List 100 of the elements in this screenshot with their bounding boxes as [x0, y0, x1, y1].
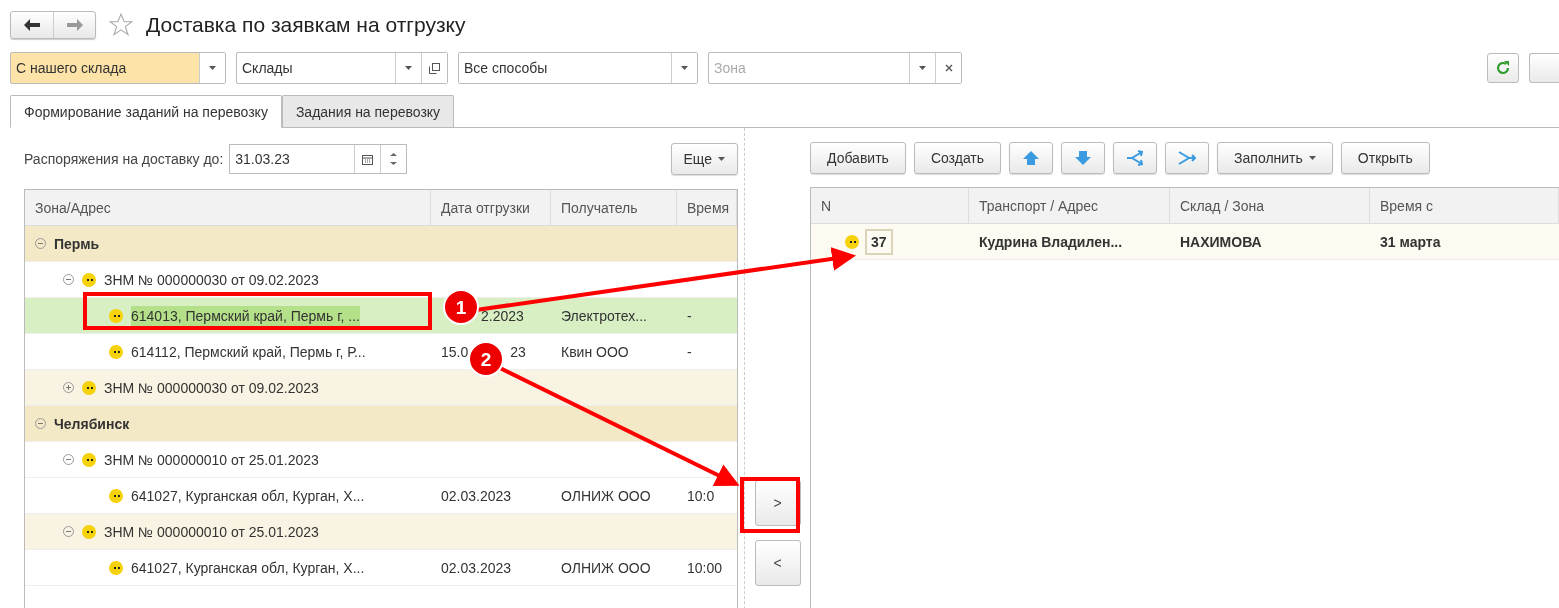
group-row[interactable]: Пермь: [25, 226, 737, 262]
date-text: 15.0: [441, 343, 469, 360]
task-number: 37: [865, 228, 893, 255]
refresh-icon: [1495, 60, 1511, 76]
taxi-icon: [109, 560, 123, 575]
address-text: 614013, Пермский край, Пермь г, ...: [131, 305, 360, 326]
toolbar-button[interactable]: Открыть: [1340, 142, 1430, 174]
order-title: ЗНМ № 000000010 от 25.01.2023: [104, 522, 319, 542]
order-row[interactable]: ЗНМ № 000000010 от 25.01.2023: [25, 514, 737, 550]
dropdown-button[interactable]: [199, 53, 225, 83]
collapse-icon[interactable]: [35, 418, 46, 429]
taxi-icon: [845, 234, 859, 249]
column-header[interactable]: Получатель: [551, 190, 677, 225]
caret-icon: [209, 66, 216, 70]
caret-icon: [1308, 156, 1316, 160]
filter-field[interactable]: С нашего склада: [10, 52, 226, 84]
group-row[interactable]: Челябинск: [25, 406, 737, 442]
collapse-icon[interactable]: [63, 274, 74, 285]
caret-icon: [919, 66, 926, 70]
taxi-icon: [82, 380, 96, 395]
down-button[interactable]: [1061, 142, 1106, 174]
spin-icon[interactable]: [390, 151, 398, 167]
toolbar-button[interactable]: Создать: [913, 142, 1002, 174]
task-row[interactable]: 37 Кудрина Владилен... НАХИМОВА 31 марта: [811, 224, 1559, 260]
forward-arrow-icon: [66, 19, 83, 31]
zone-name: Пермь: [54, 234, 100, 254]
star-icon[interactable]: [108, 12, 134, 38]
recipient-cell-text: ОЛНИЖ ООО: [560, 559, 652, 576]
down-arrow-icon: [1074, 150, 1093, 166]
fill-menu-button[interactable]: Заполнить: [1217, 142, 1333, 174]
time-cell-text: -: [686, 307, 693, 324]
order-row[interactable]: ЗНМ № 000000030 от 09.02.2023: [25, 370, 737, 406]
column-header[interactable]: Транспорт / Адрес: [969, 188, 1170, 223]
time-cell-text: 10:0: [686, 487, 716, 504]
expand-icon[interactable]: [63, 382, 74, 393]
calendar-icon[interactable]: [362, 153, 374, 165]
collapse-icon[interactable]: [35, 238, 46, 249]
up-button[interactable]: [1009, 142, 1054, 174]
taxi-icon: [82, 452, 96, 467]
merge-button[interactable]: [1165, 142, 1210, 174]
open-button[interactable]: [421, 53, 447, 83]
toolbar-button[interactable]: [1529, 53, 1559, 83]
callout-badge: 2: [468, 341, 504, 377]
date-field[interactable]: 31.03.23: [229, 144, 408, 174]
taxi-icon: [109, 308, 123, 323]
tab[interactable]: Формирование заданий на перевозку: [10, 95, 282, 128]
recipient-cell-text: ОЛНИЖ ООО: [560, 487, 652, 504]
highlight-frame: [740, 477, 800, 533]
tab[interactable]: Задания на перевозку: [281, 95, 455, 127]
zone-cell-text: НАХИМОВА: [1179, 233, 1263, 250]
window-title: Доставка по заявкам на отгрузку: [146, 13, 466, 37]
toolbar-button[interactable]: Добавить: [810, 142, 906, 174]
order-title: ЗНМ № 000000010 от 25.01.2023: [104, 450, 319, 470]
date-text: 02.03.2023: [441, 559, 512, 576]
address-text: 641027, Курганская обл, Курган, Х...: [131, 558, 365, 578]
caret-icon: [681, 66, 688, 70]
back-arrow-icon: [24, 19, 40, 31]
column-header[interactable]: Зона/Адрес: [25, 190, 431, 225]
column-header[interactable]: Время с: [1370, 188, 1559, 223]
address-text: 614112, Пермский край, Пермь г, Р...: [131, 342, 366, 362]
filter-field[interactable]: Склады: [236, 52, 448, 84]
address-text: 641027, Курганская обл, Курган, Х...: [131, 486, 365, 506]
move-left-button[interactable]: <: [754, 540, 801, 586]
taxi-icon: [109, 344, 123, 359]
transport-cell-text: Кудрина Владилен...: [978, 233, 1124, 250]
refresh-button[interactable]: [1487, 53, 1519, 83]
column-header[interactable]: N: [811, 188, 969, 223]
date-text: 23: [510, 343, 526, 360]
recipient-cell-text: Квин ООО: [560, 343, 630, 360]
time-cell-text: 10:00: [686, 559, 724, 576]
dropdown-button[interactable]: [671, 53, 697, 83]
column-header[interactable]: Склад / Зона: [1170, 188, 1370, 223]
collapse-icon[interactable]: [63, 454, 74, 465]
collapse-icon[interactable]: [63, 526, 74, 537]
callout-badge: 1: [443, 289, 479, 325]
merge-icon: [1178, 150, 1197, 166]
time-cell-text: 31 марта: [1379, 233, 1442, 250]
filter-field[interactable]: Все способы: [458, 52, 698, 84]
time-cell-text: -: [686, 343, 693, 360]
date-text: 02.03.2023: [441, 487, 512, 504]
order-title: ЗНМ № 000000030 от 09.02.2023: [104, 270, 319, 290]
zone-name: Челябинск: [54, 414, 130, 434]
date-text: 2.2023: [481, 307, 524, 324]
clear-button[interactable]: [935, 53, 961, 83]
up-arrow-icon: [1022, 150, 1041, 166]
split-button[interactable]: [1113, 142, 1158, 174]
date-label: Распоряжения на доставку до:: [24, 151, 224, 167]
more-button[interactable]: Еще: [670, 143, 738, 175]
split-icon: [1126, 150, 1145, 166]
taxi-icon: [82, 524, 96, 539]
order-title: ЗНМ № 000000030 от 09.02.2023: [104, 378, 319, 398]
caret-icon: [405, 66, 412, 70]
close-icon: [944, 64, 953, 72]
taxi-icon: [82, 272, 96, 287]
caret-icon: [718, 157, 725, 161]
recipient-cell-text: Электротех...: [560, 307, 648, 324]
taxi-icon: [109, 488, 123, 503]
column-header[interactable]: Дата отгрузки: [431, 190, 551, 225]
column-header[interactable]: Время: [677, 190, 737, 225]
open-icon: [429, 62, 440, 74]
